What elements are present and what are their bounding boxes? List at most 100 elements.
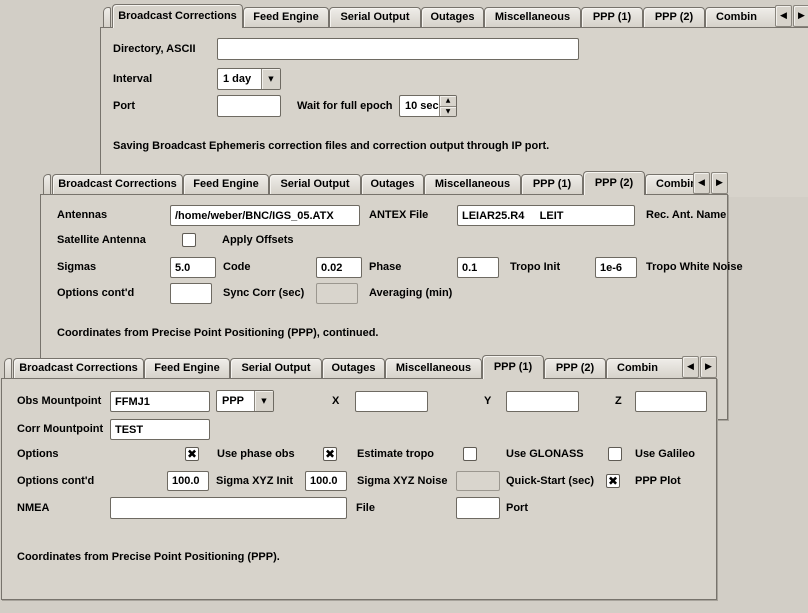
- tab-scroll-buttons: ◀ ▶: [775, 5, 808, 27]
- tab-scroll-buttons: ◀ ▶: [693, 172, 728, 194]
- interval-value: 1 day: [218, 69, 261, 89]
- y-input[interactable]: [506, 391, 579, 412]
- nmea-port-input[interactable]: [456, 497, 500, 519]
- tab-outages[interactable]: Outages: [421, 7, 484, 27]
- x-label: X: [332, 391, 339, 412]
- scroll-left-icon: ◀: [780, 11, 787, 21]
- port-input[interactable]: [217, 95, 281, 117]
- tab-broadcast-corrections[interactable]: Broadcast Corrections: [52, 174, 183, 194]
- obs-mountpoint-label: Obs Mountpoint: [17, 391, 101, 412]
- rec-ant-name-label: Rec. Ant. Name: [646, 205, 726, 226]
- tab-combination[interactable]: Combin: [705, 7, 775, 27]
- obs-mountpoint-input[interactable]: [110, 391, 210, 412]
- antex-file-input[interactable]: [457, 205, 635, 226]
- tab-scroll-right-button[interactable]: ▶: [793, 5, 808, 27]
- ppp-plot-checkbox[interactable]: ✖: [606, 474, 620, 488]
- tab-serial-output[interactable]: Serial Output: [269, 174, 361, 194]
- tab-combination[interactable]: Combin: [606, 358, 682, 378]
- spin-down-icon[interactable]: ▼: [440, 106, 456, 117]
- sigma-xyz-init-label: Sigma XYZ Init: [216, 471, 293, 491]
- tab-ppp-2[interactable]: PPP (2): [583, 171, 645, 195]
- tab-ppp-1[interactable]: PPP (1): [581, 7, 643, 27]
- use-galileo-label: Use Galileo: [635, 445, 695, 463]
- port-label: Port: [113, 95, 135, 117]
- tab-sliver: [4, 358, 12, 378]
- tab-feed-engine[interactable]: Feed Engine: [243, 7, 329, 27]
- sigma-xyz-noise-input[interactable]: [305, 471, 347, 491]
- directory-ascii-input[interactable]: [217, 38, 579, 60]
- tab-ppp-1[interactable]: PPP (1): [482, 355, 544, 379]
- tab-scroll-left-button[interactable]: ◀: [775, 5, 792, 27]
- tab-feed-engine[interactable]: Feed Engine: [183, 174, 269, 194]
- tab-scroll-left-button[interactable]: ◀: [693, 172, 710, 194]
- tab-outages[interactable]: Outages: [322, 358, 385, 378]
- apply-offsets-label: Apply Offsets: [222, 231, 294, 249]
- nmea-label: NMEA: [17, 497, 49, 519]
- tropo-init-input[interactable]: [457, 257, 499, 278]
- scroll-right-icon: ▶: [798, 11, 805, 21]
- tab-broadcast-corrections[interactable]: Broadcast Corrections: [13, 358, 144, 378]
- dropdown-arrow-icon[interactable]: ▼: [254, 391, 273, 411]
- use-glonass-label: Use GLONASS: [506, 445, 584, 463]
- sync-corr-label: Sync Corr (sec): [223, 283, 304, 304]
- tab-scroll-left-button[interactable]: ◀: [682, 356, 699, 378]
- options-label: Options: [17, 445, 59, 463]
- tab-bar: Broadcast Corrections Feed Engine Serial…: [1, 354, 717, 378]
- wait-epoch-value: 10 sec: [400, 96, 439, 116]
- use-phase-obs-checkbox[interactable]: ✖: [185, 447, 199, 461]
- tab-outages[interactable]: Outages: [361, 174, 424, 194]
- z-input[interactable]: [635, 391, 707, 412]
- tab-ppp-2[interactable]: PPP (2): [544, 358, 606, 378]
- tab-serial-output[interactable]: Serial Output: [329, 7, 421, 27]
- sigma-code-input[interactable]: [170, 257, 216, 278]
- wait-epoch-spinner[interactable]: 10 sec ▲ ▼: [399, 95, 457, 117]
- use-galileo-checkbox[interactable]: [608, 447, 622, 461]
- use-glonass-checkbox[interactable]: [463, 447, 477, 461]
- tab-scroll-right-button[interactable]: ▶: [700, 356, 717, 378]
- ppp-mode-value: PPP: [217, 391, 254, 411]
- sync-corr-input[interactable]: [170, 283, 212, 304]
- estimate-tropo-checkbox[interactable]: ✖: [323, 447, 337, 461]
- tab-combination[interactable]: Combin: [645, 174, 693, 194]
- panel-description: Coordinates from Precise Point Positioni…: [17, 551, 280, 563]
- tab-ppp-2[interactable]: PPP (2): [643, 7, 705, 27]
- antennas-input[interactable]: [170, 205, 360, 226]
- sigma-phase-input[interactable]: [316, 257, 362, 278]
- z-label: Z: [615, 391, 622, 412]
- tab-miscellaneous[interactable]: Miscellaneous: [484, 7, 581, 27]
- quick-start-label: Quick-Start (sec): [506, 471, 594, 491]
- y-label: Y: [484, 391, 491, 412]
- tab-broadcast-corrections[interactable]: Broadcast Corrections: [112, 4, 243, 28]
- quick-start-input: [456, 471, 500, 491]
- sigma-xyz-noise-label: Sigma XYZ Noise: [357, 471, 447, 491]
- dropdown-arrow-icon[interactable]: ▼: [261, 69, 280, 89]
- panel-description: Coordinates from Precise Point Positioni…: [57, 327, 378, 339]
- corr-mountpoint-label: Corr Mountpoint: [17, 419, 103, 440]
- sigma-xyz-init-input[interactable]: [167, 471, 209, 491]
- tab-miscellaneous[interactable]: Miscellaneous: [424, 174, 521, 194]
- antennas-label: Antennas: [57, 205, 107, 226]
- tab-scroll-buttons: ◀ ▶: [682, 356, 717, 378]
- ppp-plot-label: PPP Plot: [635, 471, 681, 491]
- tab-miscellaneous[interactable]: Miscellaneous: [385, 358, 482, 378]
- sigmas-label: Sigmas: [57, 257, 96, 278]
- tropo-init-label: Tropo Init: [510, 257, 560, 278]
- scroll-left-icon: ◀: [687, 362, 694, 372]
- tab-scroll-right-button[interactable]: ▶: [711, 172, 728, 194]
- corr-mountpoint-input[interactable]: [110, 419, 210, 440]
- tropo-white-noise-input[interactable]: [595, 257, 637, 278]
- phase-label: Phase: [369, 257, 401, 278]
- nmea-file-input[interactable]: [110, 497, 347, 519]
- directory-ascii-label: Directory, ASCII: [113, 38, 196, 60]
- tab-ppp-1[interactable]: PPP (1): [521, 174, 583, 194]
- interval-select[interactable]: 1 day ▼: [217, 68, 281, 90]
- interval-label: Interval: [113, 68, 152, 90]
- satellite-antenna-checkbox[interactable]: [182, 233, 196, 247]
- tab-feed-engine[interactable]: Feed Engine: [144, 358, 230, 378]
- spin-up-icon[interactable]: ▲: [440, 96, 456, 106]
- port-label: Port: [506, 497, 528, 519]
- x-input[interactable]: [355, 391, 428, 412]
- options-contd-label: Options cont'd: [57, 283, 134, 304]
- ppp-mode-select[interactable]: PPP ▼: [216, 390, 274, 412]
- tab-serial-output[interactable]: Serial Output: [230, 358, 322, 378]
